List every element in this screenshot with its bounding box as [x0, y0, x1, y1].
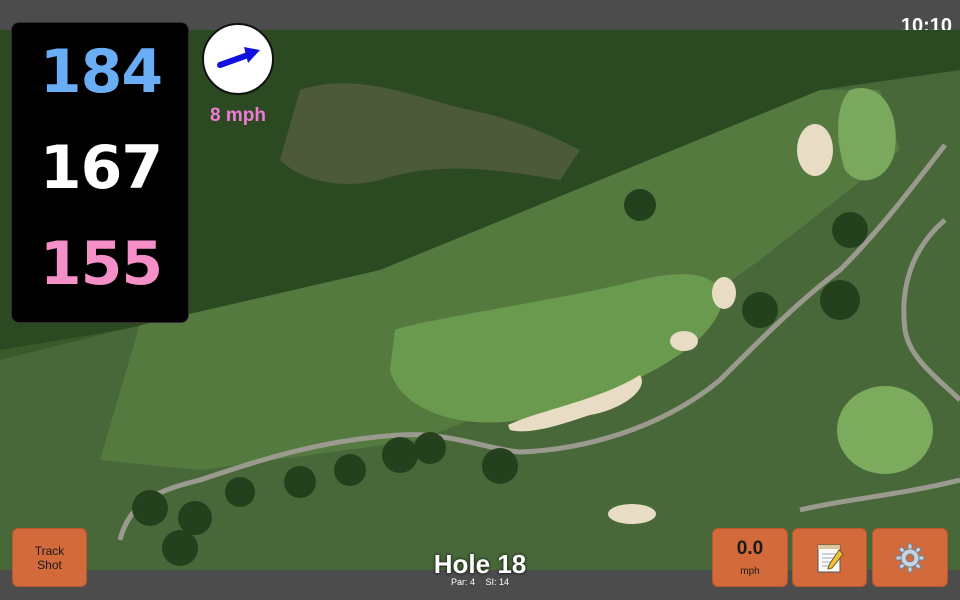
- hole-title: Hole 18: [433, 549, 527, 579]
- tree: [132, 490, 168, 526]
- track-shot-label: Shot: [37, 557, 62, 572]
- middle-distance: 167: [39, 133, 163, 203]
- tree: [284, 466, 316, 498]
- notepad-icon: [817, 544, 844, 572]
- tree: [742, 292, 778, 328]
- tree: [162, 530, 198, 566]
- back-distance: 184: [39, 37, 163, 107]
- wind-speed: 8 mph: [210, 105, 266, 126]
- notes-button[interactable]: [792, 528, 867, 587]
- tree: [482, 448, 518, 484]
- settings-button[interactable]: [872, 528, 948, 587]
- speed-unit: mph: [740, 566, 760, 577]
- tree: [382, 437, 418, 473]
- bunker: [712, 277, 736, 309]
- hole-stroke-index: SI: 14: [485, 577, 510, 587]
- hole-par: Par: 4: [450, 577, 475, 587]
- wind-direction-dial: [202, 23, 274, 95]
- green-right: [837, 386, 933, 474]
- gear-icon: [895, 543, 925, 572]
- tree: [414, 432, 446, 464]
- tree: [832, 212, 868, 248]
- speed-button[interactable]: 0.0 mph: [712, 528, 788, 587]
- tree: [334, 454, 366, 486]
- front-distance: 155: [39, 229, 163, 299]
- distance-panel: 184 167 155: [11, 22, 189, 323]
- speed-value: 0.0: [736, 538, 764, 559]
- track-shot-button[interactable]: Track Shot: [12, 528, 87, 587]
- bunker: [797, 124, 833, 176]
- track-shot-label: Track: [34, 543, 65, 558]
- bunker: [608, 504, 656, 524]
- tree: [624, 189, 656, 221]
- bunker: [670, 331, 698, 351]
- hole-info: Par: 4 SI: 14: [380, 577, 580, 587]
- tree: [225, 477, 255, 507]
- arrow-icon: [217, 47, 260, 68]
- tree: [178, 501, 212, 535]
- tree: [820, 280, 860, 320]
